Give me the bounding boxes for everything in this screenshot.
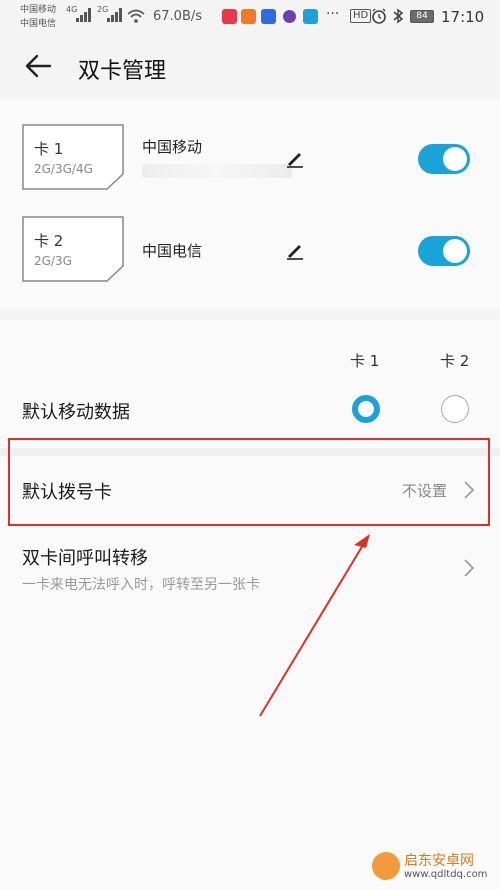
default-mobile-data-label: 默认移动数据 — [22, 402, 130, 423]
sim-row-2: 卡 2 2G/3G 中国电信 — [0, 208, 500, 300]
alarm-icon — [372, 8, 386, 24]
edit-sim-1-icon[interactable] — [284, 148, 306, 170]
app-notify-icon — [222, 9, 237, 24]
hd-badge: HD — [350, 9, 372, 23]
mobile-data-sim-1-radio[interactable] — [352, 395, 380, 423]
battery-icon: 84 — [410, 10, 434, 23]
app-header: 双卡管理 — [0, 36, 500, 100]
carrier-labels: 中国移动 中国电信 — [20, 3, 56, 31]
app-notify-icon — [303, 9, 318, 24]
sim-2-slot-label: 卡 2 — [34, 232, 64, 250]
call-forwarding-label: 双卡间呼叫转移 — [22, 548, 148, 569]
more-notifications: ··· — [326, 6, 340, 22]
sim-1-carrier: 中国移动 — [142, 138, 203, 156]
sim-2-carrier: 中国电信 — [142, 242, 203, 260]
carrier-2-label: 中国电信 — [20, 19, 57, 29]
sim-1-slot-label: 卡 1 — [34, 140, 64, 158]
watermark-url: www.qdltdq.com — [404, 869, 488, 880]
call-forwarding-row[interactable]: 双卡间呼叫转移 一卡来电无法呼入时，呼转至另一张卡 — [0, 528, 500, 612]
annotation-highlight-box — [8, 438, 490, 526]
app-notify-icon — [241, 9, 256, 24]
app-notify-icon — [261, 9, 276, 24]
column-header-sim-1: 卡 1 — [350, 352, 380, 370]
edit-sim-2-icon[interactable] — [284, 240, 306, 262]
page-title: 双卡管理 — [78, 59, 167, 84]
watermark-logo-icon — [372, 852, 400, 880]
sim-1-number-redacted — [142, 164, 292, 178]
column-header-sim-2: 卡 2 — [440, 352, 470, 370]
wifi-icon — [127, 9, 145, 23]
sim-row-1: 卡 1 2G/3G/4G 中国移动 — [0, 116, 500, 208]
back-arrow-icon[interactable] — [20, 48, 56, 84]
signal-2-icon — [107, 8, 125, 22]
sim-2-networks: 2G/3G — [34, 254, 72, 268]
sim-1-toggle[interactable] — [418, 144, 470, 174]
call-forwarding-description: 一卡来电无法呼入时，呼转至另一张卡 — [22, 577, 260, 593]
app-notify-icon — [283, 10, 296, 23]
chevron-right-icon — [464, 559, 475, 577]
signal-1-icon — [76, 8, 94, 22]
bluetooth-icon — [393, 8, 404, 24]
status-bar: 中国移动 中国电信 4G 2G 67.0B/s ··· HD 84 17:10 — [0, 0, 500, 36]
sim-card-list: 卡 1 2G/3G/4G 中国移动 卡 2 2G/3G 中国电信 — [0, 100, 500, 308]
carrier-1-label: 中国移动 — [20, 5, 57, 15]
network-speed: 67.0B/s — [153, 9, 203, 24]
sim-1-networks: 2G/3G/4G — [34, 162, 93, 176]
mobile-data-sim-2-radio[interactable] — [441, 395, 469, 423]
clock: 17:10 — [441, 8, 485, 26]
sim-2-toggle[interactable] — [418, 236, 470, 266]
watermark-name: 启东安卓网 — [404, 853, 474, 869]
